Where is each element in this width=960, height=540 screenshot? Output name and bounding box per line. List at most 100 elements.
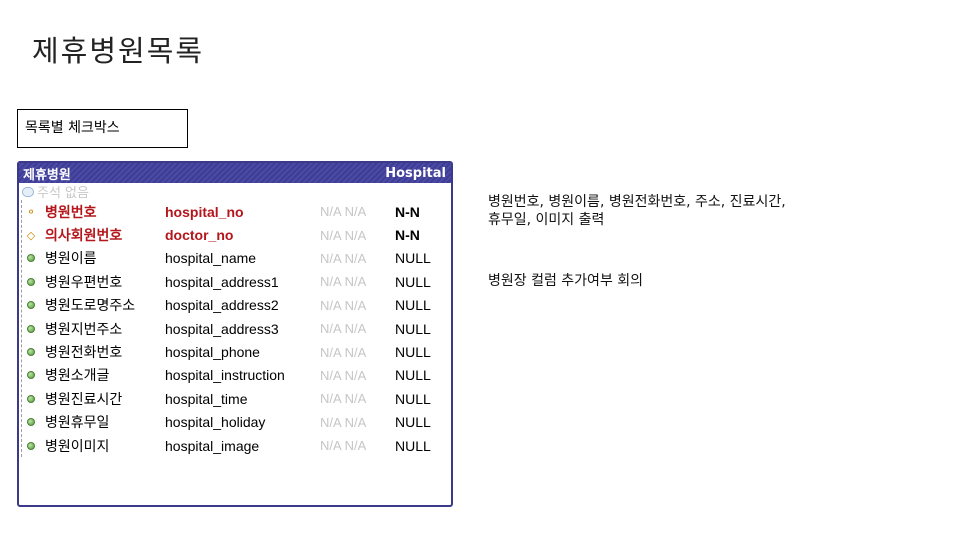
column-na-2: N/A bbox=[344, 297, 367, 313]
column-nullability: NULL bbox=[395, 414, 431, 431]
column-dot-icon bbox=[24, 254, 38, 263]
entity-column-row[interactable]: 병원진료시간 hospital_time N/A N/A NULL bbox=[19, 387, 451, 410]
column-na-2: N/A bbox=[344, 438, 367, 454]
foreign-key-icon: ◇ bbox=[26, 228, 36, 242]
column-name-kr: 병원소개글 bbox=[45, 368, 110, 385]
column-dot-icon bbox=[24, 348, 38, 357]
notes-output-fields: 병원번호, 병원이름, 병원전화번호, 주소, 진료시간, 휴무일, 이미지 출… bbox=[488, 193, 928, 229]
column-type-na: N/A N/A bbox=[320, 345, 395, 360]
column-na-1: N/A bbox=[320, 321, 341, 337]
comment-icon bbox=[22, 186, 34, 197]
column-dot-icon bbox=[24, 394, 38, 403]
column-na-1: N/A bbox=[320, 438, 341, 454]
column-type-na: N/A N/A bbox=[320, 438, 395, 453]
column-na-1: N/A bbox=[320, 204, 341, 220]
column-na-1: N/A bbox=[320, 250, 341, 266]
entity-header[interactable]: 제휴병원 Hospital bbox=[19, 163, 451, 183]
column-dot-icon bbox=[24, 371, 38, 380]
column-type-na: N/A N/A bbox=[320, 391, 395, 406]
column-name-en: hospital_address1 bbox=[165, 273, 279, 290]
column-name-kr: 병원우편번호 bbox=[45, 274, 123, 291]
column-na-1: N/A bbox=[320, 391, 341, 407]
entity-comment: 주석 없음 bbox=[37, 186, 89, 201]
column-name-kr: 병원휴무일 bbox=[45, 415, 110, 432]
column-name-kr: 의사회원번호 bbox=[45, 228, 123, 245]
column-na-2: N/A bbox=[344, 344, 367, 360]
column-na-2: N/A bbox=[344, 414, 367, 430]
column-nullability: NULL bbox=[395, 250, 431, 267]
column-name-en: hospital_no bbox=[165, 203, 244, 220]
entity-column-row[interactable]: 병원소개글 hospital_instruction N/A N/A NULL bbox=[19, 364, 451, 387]
column-nullability: NULL bbox=[395, 320, 431, 337]
column-na-1: N/A bbox=[320, 414, 341, 430]
column-name-en: hospital_holiday bbox=[165, 414, 266, 431]
entity-name-en: Hospital bbox=[385, 165, 446, 181]
column-na-1: N/A bbox=[320, 344, 341, 360]
column-dot-icon bbox=[24, 324, 38, 333]
column-type-na: N/A N/A bbox=[320, 368, 395, 383]
column-name-kr: 병원전화번호 bbox=[45, 345, 123, 362]
entity-comment-row: 주석 없음 bbox=[19, 183, 451, 201]
column-dot-icon bbox=[24, 418, 38, 427]
column-na-1: N/A bbox=[320, 297, 341, 313]
column-na-2: N/A bbox=[344, 391, 367, 407]
column-na-2: N/A bbox=[344, 321, 367, 337]
column-name-en: hospital_time bbox=[165, 390, 248, 407]
column-na-1: N/A bbox=[320, 227, 341, 243]
column-na-2: N/A bbox=[344, 274, 367, 290]
entity-column-row[interactable]: 병원이름 hospital_name N/A N/A NULL bbox=[19, 247, 451, 270]
entity-table-hospital[interactable]: 제휴병원 Hospital 주석 없음 ⚬ 병원번호 hospital_no N/A … bbox=[17, 161, 453, 507]
column-name-kr: 병원번호 bbox=[45, 204, 97, 221]
column-name-en: doctor_no bbox=[165, 227, 234, 244]
column-type-na: N/A N/A bbox=[320, 298, 395, 313]
entity-column-list: ⚬ 병원번호 hospital_no N/A N/A N-N ◇ 의사회원번호 doctor_… bbox=[19, 200, 451, 458]
entity-column-row[interactable]: ◇ 의사회원번호 doctor_no N/A N/A N-N bbox=[19, 223, 451, 246]
column-na-1: N/A bbox=[320, 367, 341, 383]
key-icon: ⚬ bbox=[25, 204, 37, 219]
column-type-na: N/A N/A bbox=[320, 251, 395, 266]
column-type-na: N/A N/A bbox=[320, 321, 395, 336]
column-name-kr: 병원도로명주소 bbox=[45, 298, 136, 315]
column-nullability: NULL bbox=[395, 390, 431, 407]
column-type-na: N/A N/A bbox=[320, 274, 395, 289]
column-dot-icon bbox=[24, 301, 38, 310]
entity-column-row[interactable]: 병원전화번호 hospital_phone N/A N/A NULL bbox=[19, 340, 451, 363]
column-na-2: N/A bbox=[344, 204, 367, 220]
entity-name-kr: 제휴병원 bbox=[23, 167, 71, 183]
column-name-en: hospital_address2 bbox=[165, 297, 279, 314]
column-name-kr: 병원지번주소 bbox=[45, 321, 123, 338]
column-dot-icon bbox=[24, 441, 38, 450]
column-type-na: N/A N/A bbox=[320, 415, 395, 430]
column-name-kr: 병원진료시간 bbox=[45, 391, 123, 408]
column-name-en: hospital_phone bbox=[165, 344, 260, 361]
column-nullability: NULL bbox=[395, 367, 431, 384]
column-name-kr: 병원이미지 bbox=[45, 438, 110, 455]
column-type-na: N/A N/A bbox=[320, 204, 395, 219]
column-name-en: hospital_address3 bbox=[165, 320, 279, 337]
column-nullability: NULL bbox=[395, 344, 431, 361]
entity-column-row[interactable]: 병원이미지 hospital_image N/A N/A NULL bbox=[19, 434, 451, 457]
column-nullability: N-N bbox=[395, 203, 420, 220]
column-name-en: hospital_image bbox=[165, 437, 260, 454]
notes-meeting: 병원장 컬럼 추가여부 회의 bbox=[488, 273, 644, 289]
slide-title: 제휴병원목록 bbox=[32, 34, 205, 68]
column-name-kr: 병원이름 bbox=[45, 251, 97, 268]
entity-column-row[interactable]: 병원도로명주소 hospital_address2 N/A N/A NULL bbox=[19, 294, 451, 317]
column-type-na: N/A N/A bbox=[320, 228, 395, 243]
entity-column-row[interactable]: 병원지번주소 hospital_address3 N/A N/A NULL bbox=[19, 317, 451, 340]
notes-line-2: 휴무일, 이미지 출력 bbox=[488, 212, 605, 228]
column-nullability: NULL bbox=[395, 273, 431, 290]
entity-column-row[interactable]: 병원우편번호 hospital_address1 N/A N/A NULL bbox=[19, 270, 451, 293]
column-na-2: N/A bbox=[344, 367, 367, 383]
column-na-1: N/A bbox=[320, 274, 341, 290]
column-nullability: NULL bbox=[395, 297, 431, 314]
entity-column-row[interactable]: 병원휴무일 hospital_holiday N/A N/A NULL bbox=[19, 411, 451, 434]
column-nullability: NULL bbox=[395, 437, 431, 454]
column-dot-icon bbox=[24, 277, 38, 286]
column-na-2: N/A bbox=[344, 227, 367, 243]
column-name-en: hospital_name bbox=[165, 250, 257, 267]
notes-line-1: 병원번호, 병원이름, 병원전화번호, 주소, 진료시간, bbox=[488, 194, 786, 210]
entity-column-row[interactable]: ⚬ 병원번호 hospital_no N/A N/A N-N bbox=[19, 200, 451, 223]
column-na-2: N/A bbox=[344, 250, 367, 266]
checkbox-label-box: 목록별 체크박스 bbox=[17, 109, 188, 148]
